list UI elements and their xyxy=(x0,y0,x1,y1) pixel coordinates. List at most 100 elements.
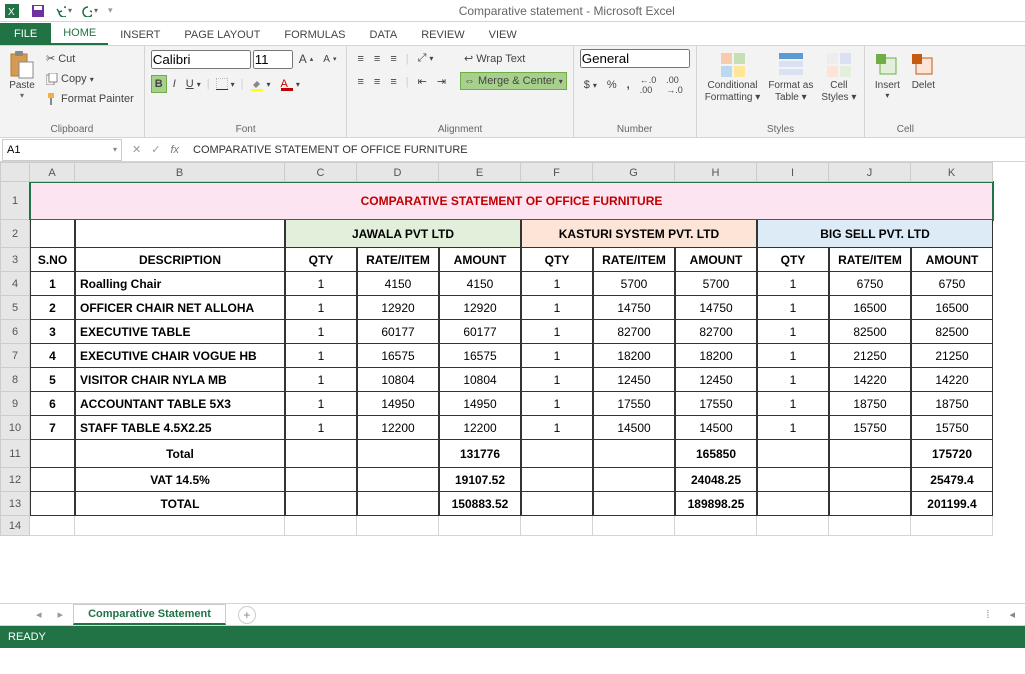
hscroll-left[interactable]: ◂ xyxy=(1009,608,1015,621)
split-handle[interactable]: ⁞ xyxy=(986,609,989,621)
name-box[interactable]: A1▾ xyxy=(2,139,122,161)
cell-F4[interactable]: 1 xyxy=(521,272,593,296)
cell-A11[interactable] xyxy=(30,440,75,468)
row-header-4[interactable]: 4 xyxy=(0,272,30,296)
cell-A13[interactable] xyxy=(30,492,75,516)
tab-view[interactable]: VIEW xyxy=(477,25,529,45)
vendor-1[interactable]: JAWALA PVT LTD xyxy=(285,220,521,248)
cell-H4[interactable]: 5700 xyxy=(675,272,757,296)
cell-E11[interactable]: 131776 xyxy=(439,440,521,468)
cell-J6[interactable]: 82500 xyxy=(829,320,911,344)
orientation-button[interactable]: ⤢▾ xyxy=(414,49,438,68)
cell-I12[interactable] xyxy=(757,468,829,492)
row-header-13[interactable]: 13 xyxy=(0,492,30,516)
cell-B10[interactable]: STAFF TABLE 4.5X2.25 xyxy=(75,416,285,440)
cell-A4[interactable]: 1 xyxy=(30,272,75,296)
col-header-F[interactable]: F xyxy=(521,162,593,182)
cell-B4[interactable]: Roalling Chair xyxy=(75,272,285,296)
row-header-6[interactable]: 6 xyxy=(0,320,30,344)
cell-A10[interactable]: 7 xyxy=(30,416,75,440)
cell-H14[interactable] xyxy=(675,516,757,536)
row-header-7[interactable]: 7 xyxy=(0,344,30,368)
cell-E6[interactable]: 60177 xyxy=(439,320,521,344)
cell-F13[interactable] xyxy=(521,492,593,516)
cell-I8[interactable]: 1 xyxy=(757,368,829,392)
cell-G6[interactable]: 82700 xyxy=(593,320,675,344)
cell-E4[interactable]: 4150 xyxy=(439,272,521,296)
cell-A9[interactable]: 6 xyxy=(30,392,75,416)
cell-E14[interactable] xyxy=(439,516,521,536)
sheet-tab-active[interactable]: Comparative Statement xyxy=(73,604,226,625)
cell-I4[interactable]: 1 xyxy=(757,272,829,296)
cell-F8[interactable]: 1 xyxy=(521,368,593,392)
cell-K7[interactable]: 21250 xyxy=(911,344,993,368)
cell-I9[interactable]: 1 xyxy=(757,392,829,416)
cell-A5[interactable]: 2 xyxy=(30,296,75,320)
cell-D10[interactable]: 12200 xyxy=(357,416,439,440)
cell-A6[interactable]: 3 xyxy=(30,320,75,344)
cell-J11[interactable] xyxy=(829,440,911,468)
row-header-12[interactable]: 12 xyxy=(0,468,30,492)
cell-K12[interactable]: 25479.4 xyxy=(911,468,993,492)
cell-K4[interactable]: 6750 xyxy=(911,272,993,296)
cell-J5[interactable]: 16500 xyxy=(829,296,911,320)
cell-D9[interactable]: 14950 xyxy=(357,392,439,416)
cell-I14[interactable] xyxy=(757,516,829,536)
increase-decimal-button[interactable]: ←.0.00 xyxy=(636,72,661,98)
italic-button[interactable]: I xyxy=(169,75,180,93)
decrease-indent-button[interactable]: ⇤ xyxy=(414,72,431,91)
font-size-select[interactable] xyxy=(253,50,293,69)
cell-H7[interactable]: 18200 xyxy=(675,344,757,368)
formula-input[interactable]: COMPARATIVE STATEMENT OF OFFICE FURNITUR… xyxy=(187,144,1025,156)
cell-C10[interactable]: 1 xyxy=(285,416,357,440)
font-name-select[interactable] xyxy=(151,50,251,69)
percent-button[interactable]: % xyxy=(603,76,621,94)
format-as-table-button[interactable]: Format as Table ▾ xyxy=(766,49,815,105)
cell-F7[interactable]: 1 xyxy=(521,344,593,368)
bold-button[interactable]: B xyxy=(151,75,167,93)
format-painter-button[interactable]: Format Painter xyxy=(42,90,138,108)
align-right-button[interactable]: ≡ xyxy=(386,73,400,91)
increase-indent-button[interactable]: ⇥ xyxy=(433,72,450,91)
save-icon[interactable] xyxy=(30,3,46,19)
cell-title[interactable]: COMPARATIVE STATEMENT OF OFFICE FURNITUR… xyxy=(30,182,993,220)
font-color-button[interactable]: A▾ xyxy=(276,73,303,95)
decrease-font-button[interactable]: A▾ xyxy=(319,51,340,68)
cell-G8[interactable]: 12450 xyxy=(593,368,675,392)
row-header-1[interactable]: 1 xyxy=(0,182,30,220)
cell-C12[interactable] xyxy=(285,468,357,492)
cell-G11[interactable] xyxy=(593,440,675,468)
cell-C11[interactable] xyxy=(285,440,357,468)
cell-F10[interactable]: 1 xyxy=(521,416,593,440)
tab-review[interactable]: REVIEW xyxy=(409,25,476,45)
cell-G12[interactable] xyxy=(593,468,675,492)
cell-I6[interactable]: 1 xyxy=(757,320,829,344)
header-1[interactable]: DESCRIPTION xyxy=(75,248,285,272)
comma-button[interactable]: , xyxy=(623,76,634,94)
cell-C8[interactable]: 1 xyxy=(285,368,357,392)
cell-D14[interactable] xyxy=(357,516,439,536)
border-button[interactable]: ▾ xyxy=(212,75,239,93)
cell-H9[interactable]: 17550 xyxy=(675,392,757,416)
col-header-E[interactable]: E xyxy=(439,162,521,182)
cell-C7[interactable]: 1 xyxy=(285,344,357,368)
fill-color-button[interactable]: ▾ xyxy=(245,74,274,94)
row-header-10[interactable]: 10 xyxy=(0,416,30,440)
cell-H8[interactable]: 12450 xyxy=(675,368,757,392)
redo-icon[interactable] xyxy=(82,3,98,19)
cell-styles-button[interactable]: Cell Styles ▾ xyxy=(819,49,858,105)
cell-J13[interactable] xyxy=(829,492,911,516)
sheet-nav-prev[interactable]: ◂ xyxy=(30,608,48,621)
cell-G10[interactable]: 14500 xyxy=(593,416,675,440)
cell-G7[interactable]: 18200 xyxy=(593,344,675,368)
cell-K13[interactable]: 201199.4 xyxy=(911,492,993,516)
add-sheet-button[interactable]: + xyxy=(238,606,256,624)
cell-E12[interactable]: 19107.52 xyxy=(439,468,521,492)
align-bottom-button[interactable]: ≡ xyxy=(386,50,400,68)
cell-D12[interactable] xyxy=(357,468,439,492)
cell-D13[interactable] xyxy=(357,492,439,516)
cell-D8[interactable]: 10804 xyxy=(357,368,439,392)
align-middle-button[interactable]: ≡ xyxy=(370,50,384,68)
cell-H13[interactable]: 189898.25 xyxy=(675,492,757,516)
fx-icon[interactable]: fx xyxy=(170,144,179,156)
